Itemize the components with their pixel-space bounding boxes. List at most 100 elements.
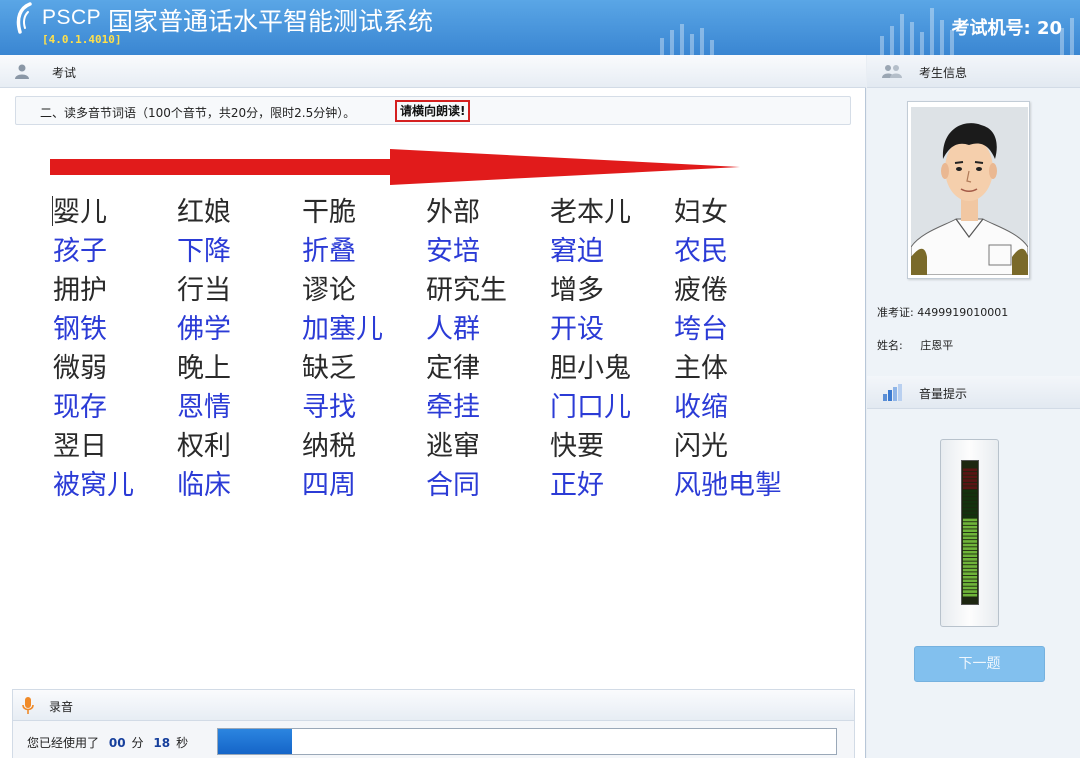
word-item: 研究生 bbox=[426, 275, 507, 306]
word-item: 谬论 bbox=[302, 275, 356, 306]
volume-segment bbox=[962, 493, 978, 497]
word-item: 孩子 bbox=[53, 236, 107, 267]
volume-segment bbox=[962, 486, 978, 490]
word-item: 闪光 bbox=[674, 431, 728, 462]
volume-segment bbox=[962, 568, 978, 572]
logo-text: PSCP bbox=[42, 6, 102, 29]
word-item: 寻找 bbox=[302, 392, 356, 423]
word-item: 胆小鬼 bbox=[550, 353, 631, 384]
word-item: 佛学 bbox=[177, 314, 231, 345]
instruction-text: 二、读多音节词语（100个音节，共20分，限时2.5分钟）。 bbox=[40, 106, 356, 120]
app-title: 国家普通话水平智能测试系统 bbox=[108, 7, 434, 36]
volume-segment bbox=[962, 511, 978, 515]
volume-segment bbox=[962, 554, 978, 558]
volume-segment bbox=[962, 590, 978, 593]
volume-section-title: 音量提示 bbox=[919, 387, 968, 401]
microphone-icon bbox=[22, 697, 34, 714]
volume-bars-icon bbox=[883, 384, 902, 401]
word-item: 拥护 bbox=[53, 275, 107, 306]
exam-section-header: 考试 bbox=[0, 55, 866, 88]
candidate-panel: 考生信息 准考证: 4499919010001 姓名: 庄恩平 音量提示 下一题 bbox=[867, 55, 1080, 758]
word-item: 正好 bbox=[550, 470, 604, 501]
volume-segment bbox=[962, 586, 978, 590]
recording-status: 您已经使用了 00 分 18 秒 bbox=[12, 721, 855, 758]
word-item: 增多 bbox=[550, 275, 604, 306]
app-header: PSCP 国家普通话水平智能测试系统 [4.0.1.4010] 考试机号: 20 bbox=[0, 0, 1080, 55]
word-item: 妇女 bbox=[674, 197, 728, 228]
candidate-section-header: 考生信息 bbox=[867, 55, 1080, 88]
candidate-avatar bbox=[911, 107, 1028, 275]
volume-segment bbox=[962, 583, 978, 586]
word-item: 风驰电掣 bbox=[674, 470, 782, 501]
time-progress-fill bbox=[218, 729, 293, 754]
volume-segment bbox=[962, 565, 978, 568]
candidate-name: 庄恩平 bbox=[920, 339, 954, 352]
volume-segment bbox=[962, 550, 978, 554]
recording-section-title: 录音 bbox=[49, 700, 74, 714]
name-label: 姓名: bbox=[877, 339, 903, 352]
volume-segment bbox=[962, 518, 978, 522]
users-icon bbox=[882, 65, 902, 78]
word-item: 垮台 bbox=[674, 314, 728, 345]
candidate-section-title: 考生信息 bbox=[919, 66, 968, 80]
volume-segment bbox=[962, 500, 978, 504]
word-item: 干脆 bbox=[302, 197, 356, 228]
word-item: 主体 bbox=[674, 353, 728, 384]
volume-segment bbox=[962, 482, 978, 486]
word-item: 微弱 bbox=[53, 353, 107, 384]
reading-direction-arrow-icon bbox=[50, 149, 740, 185]
word-item: 四周 bbox=[302, 470, 356, 501]
volume-segment bbox=[962, 475, 978, 479]
exam-panel: 考试 二、读多音节词语（100个音节，共20分，限时2.5分钟）。 请横向朗读!… bbox=[0, 55, 866, 758]
volume-segment bbox=[962, 579, 978, 583]
word-item: 晚上 bbox=[177, 353, 231, 384]
instruction-highlight: 请横向朗读! bbox=[395, 100, 471, 122]
word-item: 外部 bbox=[426, 197, 480, 228]
seconds-unit: 秒 bbox=[176, 736, 189, 750]
minutes-unit: 分 bbox=[131, 736, 144, 750]
volume-segment bbox=[962, 522, 978, 525]
volume-segment bbox=[962, 504, 978, 507]
volume-meter-bar bbox=[961, 460, 979, 605]
word-item: 折叠 bbox=[302, 236, 356, 267]
word-item: 农民 bbox=[674, 236, 728, 267]
word-item: 老本儿 bbox=[550, 197, 631, 228]
volume-segment bbox=[962, 468, 978, 472]
word-item: 恩情 bbox=[177, 392, 231, 423]
word-item: 窘迫 bbox=[550, 236, 604, 267]
user-icon bbox=[15, 64, 29, 79]
word-item: 人群 bbox=[426, 314, 480, 345]
word-item: 逃窜 bbox=[426, 431, 480, 462]
volume-segment bbox=[962, 536, 978, 540]
volume-section-header: 音量提示 bbox=[867, 376, 1080, 409]
version-label: [4.0.1.4010] bbox=[42, 33, 122, 46]
candidate-photo bbox=[907, 101, 1030, 279]
next-question-button[interactable]: 下一题 bbox=[914, 646, 1045, 682]
word-item: 缺乏 bbox=[302, 353, 356, 384]
word-item: 开设 bbox=[550, 314, 604, 345]
word-item: 红娘 bbox=[177, 197, 231, 228]
time-used-text: 您已经使用了 00 分 18 秒 bbox=[27, 734, 188, 751]
volume-segment bbox=[962, 593, 978, 597]
volume-segment bbox=[962, 479, 978, 482]
word-item: 翌日 bbox=[53, 431, 107, 462]
seconds-value: 18 bbox=[153, 736, 171, 750]
word-item: 门口儿 bbox=[550, 392, 631, 423]
volume-segment bbox=[962, 547, 978, 550]
volume-segment bbox=[962, 558, 978, 561]
word-item: 纳税 bbox=[302, 431, 356, 462]
volume-segment bbox=[962, 540, 978, 543]
ticket-number-row: 准考证: 4499919010001 bbox=[877, 304, 1008, 320]
word-item: 疲倦 bbox=[674, 275, 728, 306]
word-item: 行当 bbox=[177, 275, 231, 306]
exam-section-title: 考试 bbox=[52, 66, 77, 80]
word-item: 收缩 bbox=[674, 392, 728, 423]
volume-segment bbox=[962, 489, 978, 493]
instruction-box: 二、读多音节词语（100个音节，共20分，限时2.5分钟）。 请横向朗读! bbox=[15, 96, 851, 125]
word-item: 钢铁 bbox=[53, 314, 107, 345]
word-item: 现存 bbox=[53, 392, 107, 423]
volume-segment bbox=[962, 525, 978, 529]
volume-segment bbox=[962, 497, 978, 500]
machine-number: 考试机号: 20 bbox=[951, 18, 1062, 39]
pscp-logo-icon bbox=[16, 2, 32, 34]
